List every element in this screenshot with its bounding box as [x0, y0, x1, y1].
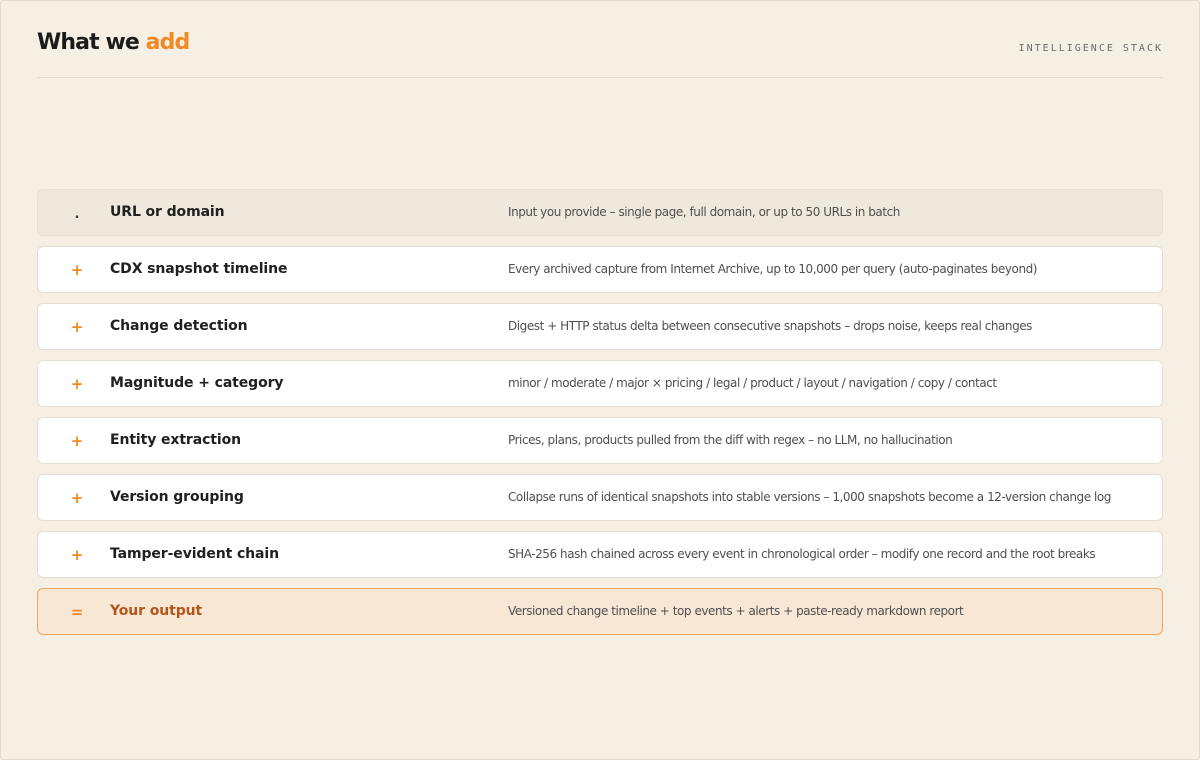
stack-row-your-output: = Your output Versioned change timeline … [37, 588, 1163, 635]
row-description: Digest + HTTP status delta between conse… [508, 319, 1032, 333]
plus-icon: + [70, 432, 84, 450]
stack-row-entity-extraction: + Entity extraction Prices, plans, produ… [37, 417, 1163, 464]
plus-icon: + [70, 489, 84, 507]
row-description: minor / moderate / major × pricing / leg… [508, 376, 997, 390]
stack-row-change-detection: + Change detection Digest + HTTP status … [37, 303, 1163, 350]
stack-row-url-or-domain: . URL or domain Input you provide – sing… [37, 189, 1163, 236]
row-label: Magnitude + category [110, 375, 284, 391]
row-label: Tamper-evident chain [110, 546, 279, 562]
row-description: Versioned change timeline + top events +… [508, 604, 964, 618]
plus-icon: + [70, 375, 84, 393]
section-title: What we add [37, 30, 191, 55]
intelligence-stack-list: . URL or domain Input you provide – sing… [37, 189, 1163, 645]
plus-icon: + [70, 318, 84, 336]
row-label: Your output [110, 603, 203, 619]
dot-icon: . [74, 207, 80, 222]
stack-row-tamper-evident-chain: + Tamper-evident chain SHA-256 hash chai… [37, 531, 1163, 578]
stack-row-version-grouping: + Version grouping Collapse runs of iden… [37, 474, 1163, 521]
title-accent: add [145, 30, 191, 55]
equals-icon: = [70, 603, 84, 621]
stack-row-magnitude-category: + Magnitude + category minor / moderate … [37, 360, 1163, 407]
row-description: Every archived capture from Internet Arc… [508, 262, 1037, 276]
row-label: Entity extraction [110, 432, 241, 448]
section-header: What we add INTELLIGENCE STACK [37, 28, 1163, 78]
row-label: URL or domain [110, 204, 225, 220]
row-description: Prices, plans, products pulled from the … [508, 433, 953, 447]
row-description: Collapse runs of identical snapshots int… [508, 490, 1111, 504]
row-description: Input you provide – single page, full do… [508, 205, 900, 219]
title-main: What we [37, 30, 140, 55]
plus-icon: + [70, 261, 84, 279]
row-label: Change detection [110, 318, 248, 334]
row-label: Version grouping [110, 489, 244, 505]
plus-icon: + [70, 546, 84, 564]
row-description: SHA-256 hash chained across every event … [508, 547, 1096, 561]
row-label: CDX snapshot timeline [110, 261, 288, 277]
section-kicker: INTELLIGENCE STACK [1018, 43, 1163, 54]
stack-row-cdx-snapshot-timeline: + CDX snapshot timeline Every archived c… [37, 246, 1163, 293]
